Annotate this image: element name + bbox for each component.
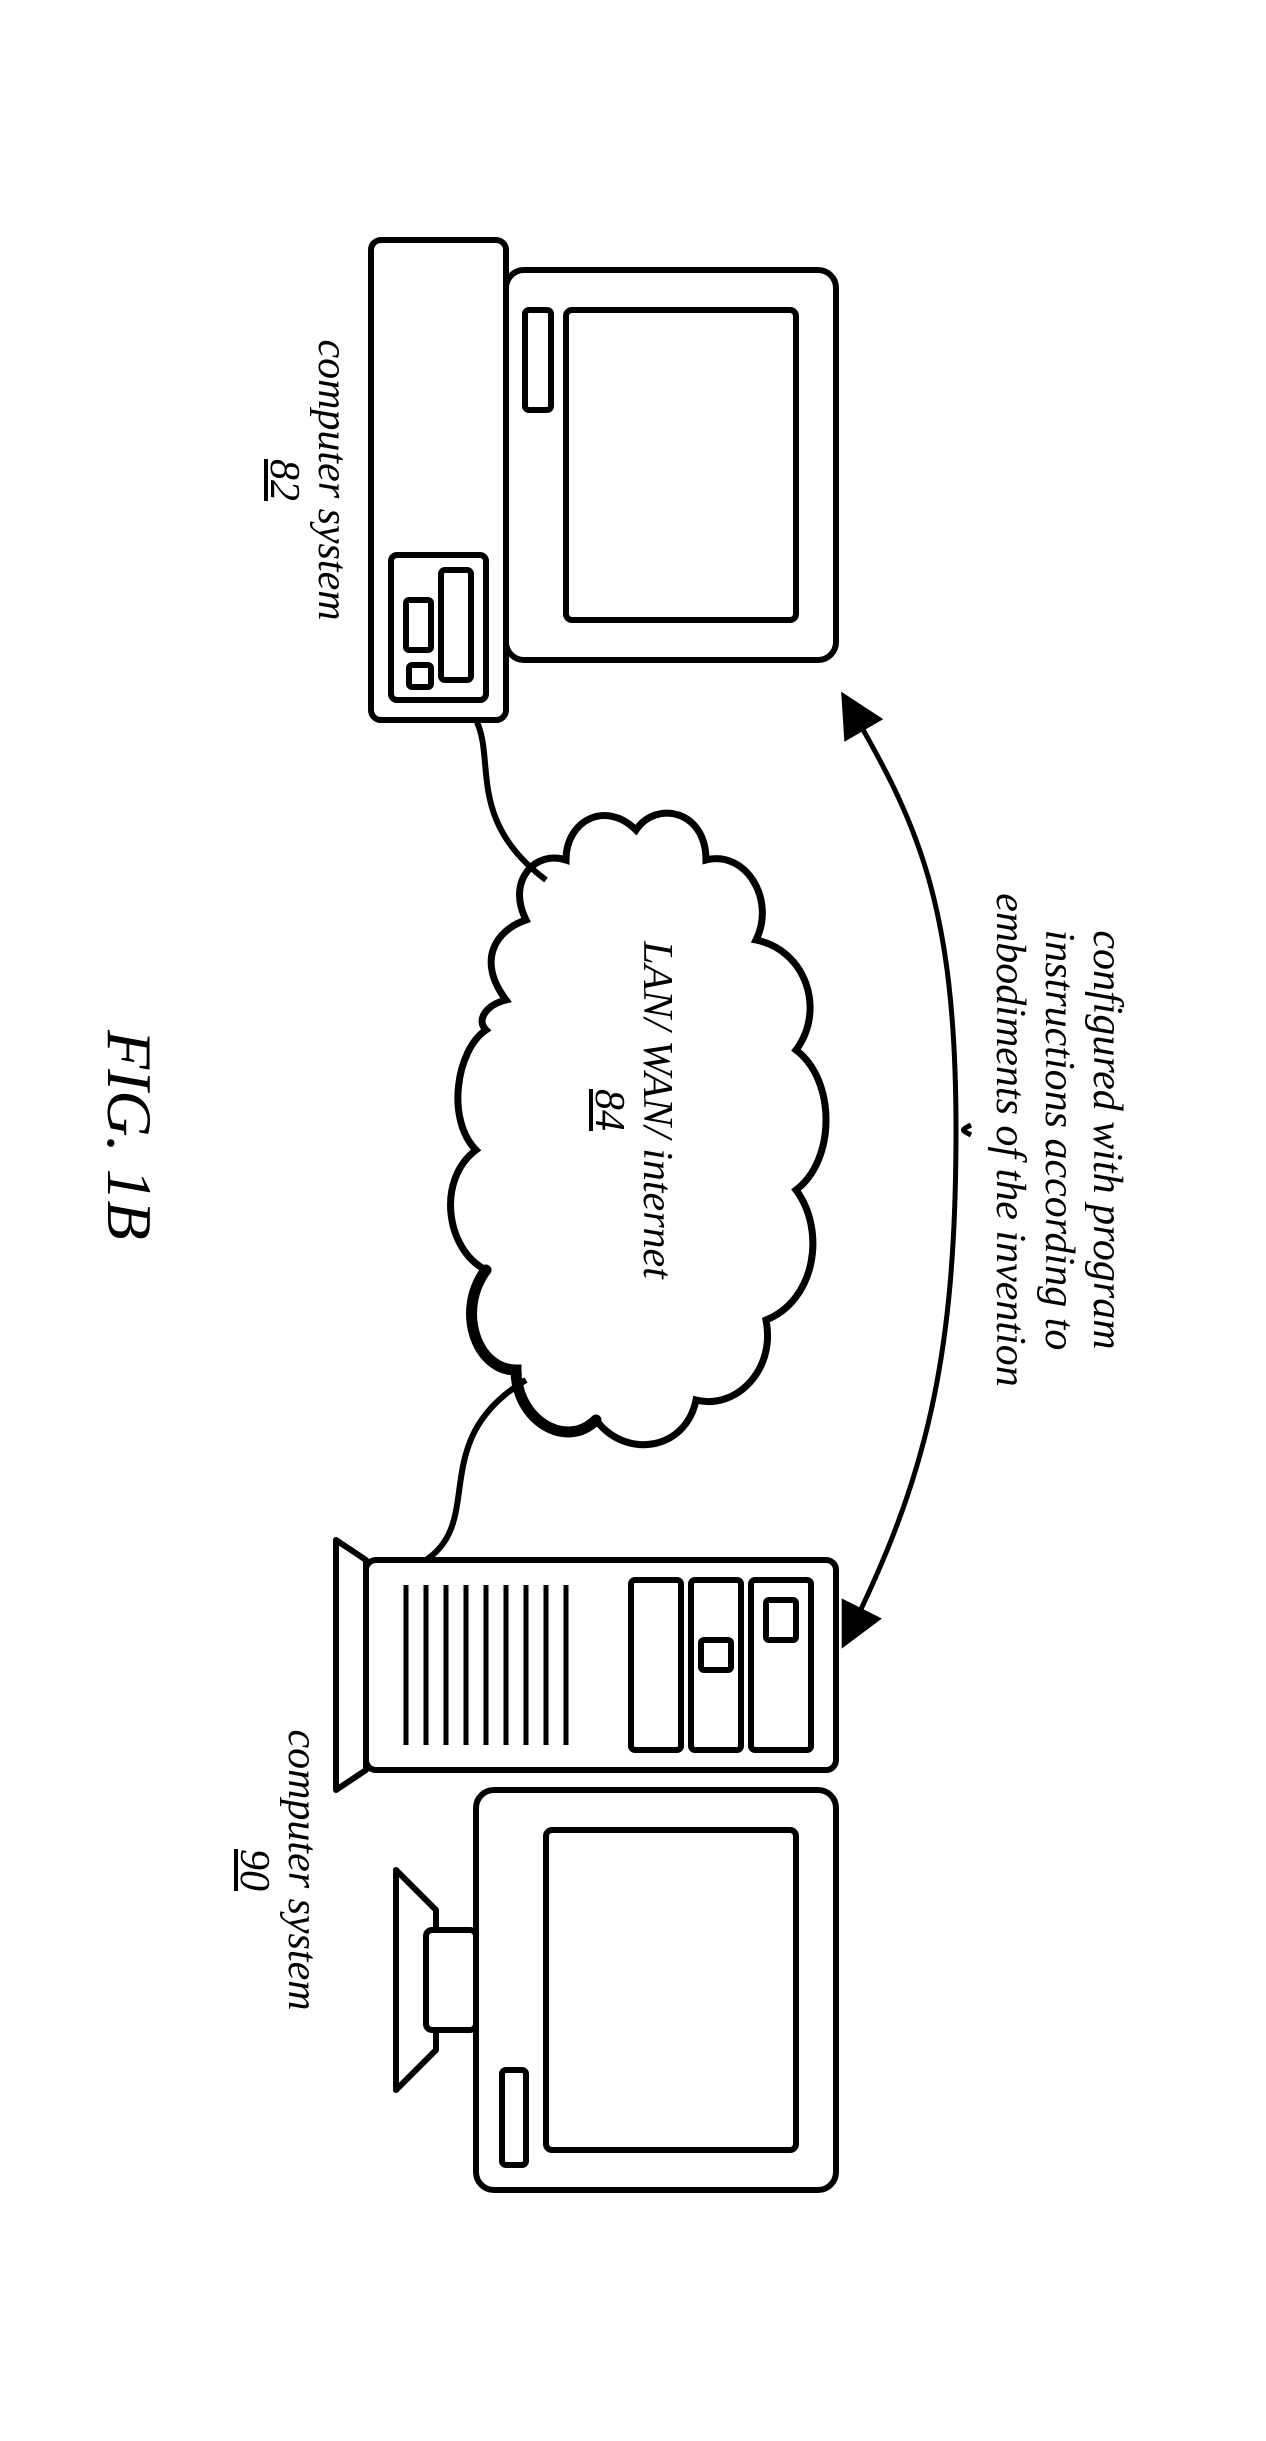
caption-brace-2 bbox=[846, 1130, 956, 1640]
computer-left-label: computer system 82 bbox=[259, 270, 356, 690]
computer-left-text: computer system bbox=[308, 270, 356, 690]
caption-line2: instructions according to bbox=[1034, 880, 1082, 1400]
computer-right-ref: 90 bbox=[229, 1660, 277, 2080]
caption-line1: configured with program bbox=[1083, 880, 1131, 1400]
computer-right bbox=[336, 1540, 836, 2190]
wire-left bbox=[476, 720, 546, 880]
computer-right-text: computer system bbox=[278, 1660, 326, 2080]
figure-id: FIG. 1B bbox=[92, 1030, 166, 1240]
caption-brace bbox=[846, 700, 956, 1130]
cloud-label: LAN/ WAN/ internet 84 bbox=[584, 900, 681, 1320]
cloud-ref: 84 bbox=[584, 900, 632, 1320]
computer-left-ref: 82 bbox=[259, 270, 307, 690]
caption-line3: embodiments of the invention bbox=[986, 880, 1034, 1400]
computer-left bbox=[371, 240, 836, 720]
wire-right bbox=[426, 1380, 526, 1560]
cloud-text: LAN/ WAN/ internet bbox=[633, 900, 681, 1320]
caption-configured: configured with program instructions acc… bbox=[986, 880, 1131, 1400]
computer-right-label: computer system 90 bbox=[229, 1660, 326, 2080]
